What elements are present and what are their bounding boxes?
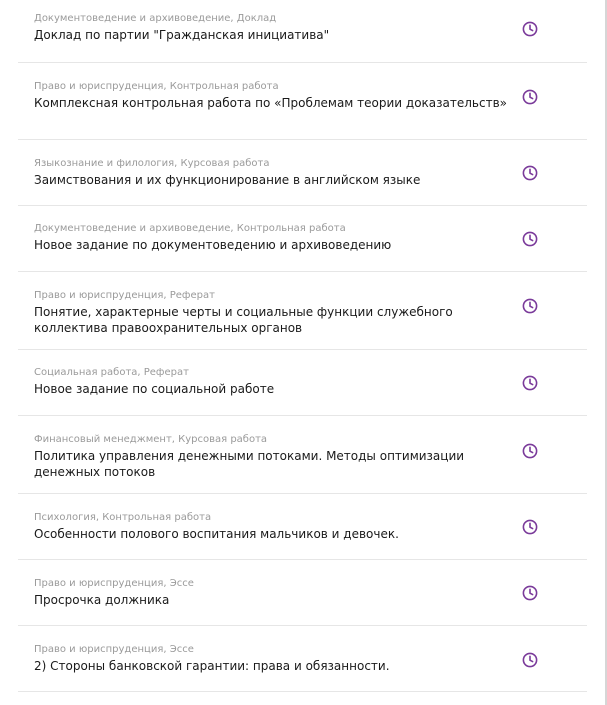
order-row[interactable]: Социальная работа, Реферат Новое задание… bbox=[18, 350, 587, 416]
clock-glyph bbox=[522, 375, 538, 391]
clock-glyph bbox=[522, 165, 538, 181]
order-subject-type: Право и юриспруденция, Реферат bbox=[34, 290, 215, 301]
clock-icon[interactable] bbox=[522, 585, 538, 601]
order-title[interactable]: Заимствования и их функционирование в ан… bbox=[34, 172, 527, 188]
clock-icon[interactable] bbox=[522, 165, 538, 181]
clock-icon[interactable] bbox=[522, 89, 538, 105]
order-row[interactable]: Документоведение и архивоведение, Доклад… bbox=[18, 0, 587, 63]
order-title[interactable]: Комплексная контрольная работа по «Пробл… bbox=[34, 95, 527, 111]
clock-icon[interactable] bbox=[522, 375, 538, 391]
order-subject-type: Документоведение и архивоведение, Контро… bbox=[34, 223, 346, 234]
order-title[interactable]: Новое задание по документоведению и архи… bbox=[34, 237, 527, 253]
order-subject-type: Документоведение и архивоведение, Доклад bbox=[34, 13, 277, 24]
order-subject-type: Право и юриспруденция, Эссе bbox=[34, 578, 194, 589]
order-subject-type: Право и юриспруденция, Контрольная работ… bbox=[34, 81, 279, 92]
order-title[interactable]: Понятие, характерные черты и социальные … bbox=[34, 304, 527, 336]
clock-glyph bbox=[522, 298, 538, 314]
order-title[interactable]: Доклад по партии "Гражданская инициатива… bbox=[34, 27, 527, 43]
clock-icon[interactable] bbox=[522, 231, 538, 247]
order-row[interactable]: Право и юриспруденция, Эссе Просрочка до… bbox=[18, 560, 587, 626]
order-subject-type: Языкознание и филология, Курсовая работа bbox=[34, 158, 270, 169]
clock-glyph bbox=[522, 443, 538, 459]
clock-icon[interactable] bbox=[522, 21, 538, 37]
order-row[interactable]: Право и юриспруденция, Эссе 2) Стороны б… bbox=[18, 626, 587, 692]
clock-icon[interactable] bbox=[522, 652, 538, 668]
clock-glyph bbox=[522, 89, 538, 105]
clock-glyph bbox=[522, 519, 538, 535]
clock-glyph bbox=[522, 585, 538, 601]
clock-icon[interactable] bbox=[522, 519, 538, 535]
order-row[interactable]: Документоведение и архивоведение, Контро… bbox=[18, 206, 587, 272]
clock-glyph bbox=[522, 652, 538, 668]
clock-icon[interactable] bbox=[522, 298, 538, 314]
order-subject-type: Право и юриспруденция, Эссе bbox=[34, 644, 194, 655]
clock-icon[interactable] bbox=[522, 443, 538, 459]
order-title[interactable]: Политика управления денежными потоками. … bbox=[34, 448, 527, 480]
order-subject-type: Финансовый менеджмент, Курсовая работа bbox=[34, 434, 268, 445]
order-row[interactable]: Финансовый менеджмент, Курсовая работа П… bbox=[18, 416, 587, 494]
order-title[interactable]: Особенности полового воспитания мальчико… bbox=[34, 526, 527, 542]
orders-list: Документоведение и архивоведение, Доклад… bbox=[18, 0, 587, 692]
order-subject-type: Психология, Контрольная работа bbox=[34, 512, 212, 523]
clock-glyph bbox=[522, 231, 538, 247]
order-title[interactable]: 2) Стороны банковской гарантии: права и … bbox=[34, 658, 527, 674]
order-title[interactable]: Новое задание по социальной работе bbox=[34, 381, 527, 397]
order-row[interactable]: Психология, Контрольная работа Особеннос… bbox=[18, 494, 587, 560]
order-row[interactable]: Право и юриспруденция, Контрольная работ… bbox=[18, 63, 587, 140]
order-row[interactable]: Право и юриспруденция, Реферат Понятие, … bbox=[18, 272, 587, 350]
order-row[interactable]: Языкознание и филология, Курсовая работа… bbox=[18, 140, 587, 206]
order-subject-type: Социальная работа, Реферат bbox=[34, 367, 189, 378]
order-title[interactable]: Просрочка должника bbox=[34, 592, 527, 608]
clock-glyph bbox=[522, 21, 538, 37]
